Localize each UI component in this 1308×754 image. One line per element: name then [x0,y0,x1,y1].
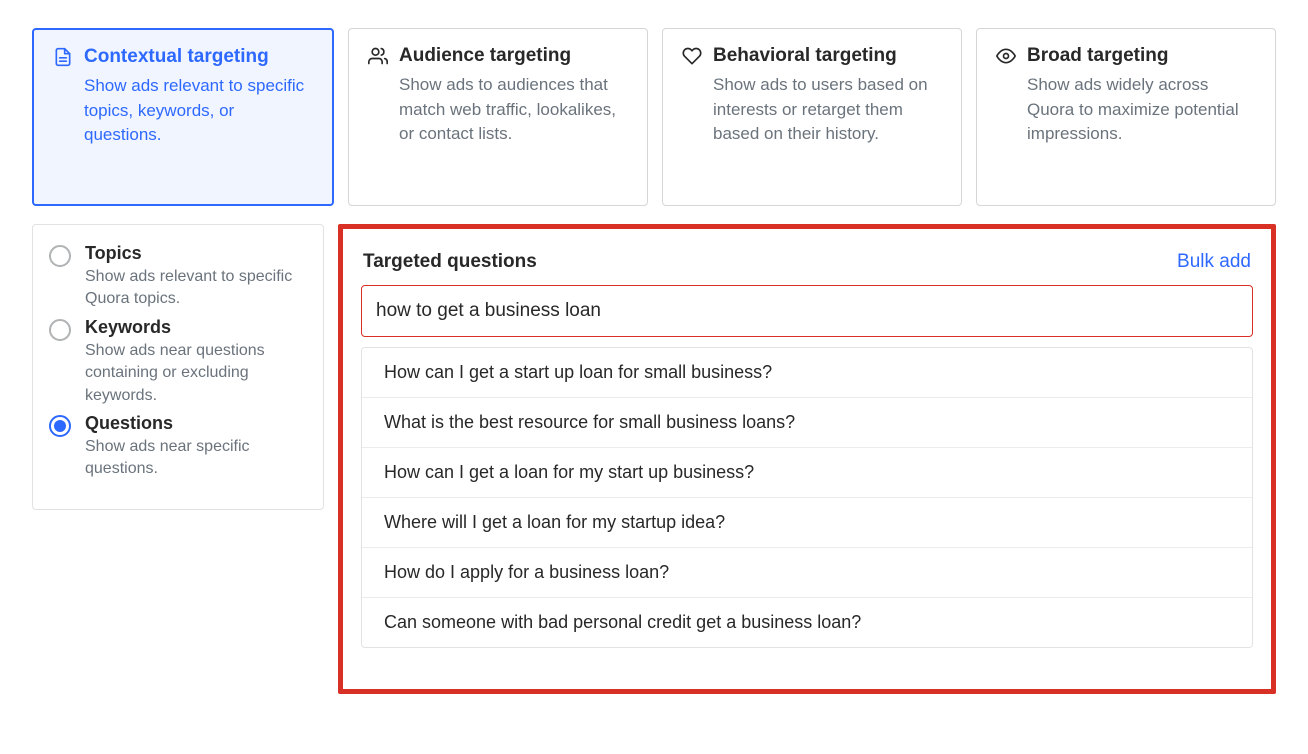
card-title: Broad targeting [1027,45,1168,67]
heart-icon [681,45,703,67]
radio-icon [49,319,71,341]
eye-icon [995,45,1017,67]
question-suggestion-item[interactable]: What is the best resource for small busi… [362,398,1252,448]
card-title: Audience targeting [399,45,571,67]
question-suggestion-item[interactable]: Where will I get a loan for my startup i… [362,498,1252,548]
card-desc: Show ads to audiences that match web tra… [399,73,629,147]
targeting-type-cards: Contextual targeting Show ads relevant t… [32,28,1276,206]
sidebar-radio-keywords[interactable]: Keywords Show ads near questions contain… [49,317,307,407]
sidebar-radio-topics[interactable]: Topics Show ads relevant to specific Quo… [49,243,307,311]
radio-title: Questions [85,413,307,434]
card-audience-targeting[interactable]: Audience targeting Show ads to audiences… [348,28,648,206]
card-behavioral-targeting[interactable]: Behavioral targeting Show ads to users b… [662,28,962,206]
targeted-questions-panel: Targeted questions Bulk add How can I ge… [338,224,1276,694]
card-broad-targeting[interactable]: Broad targeting Show ads widely across Q… [976,28,1276,206]
card-desc: Show ads to users based on interests or … [713,73,943,147]
radio-title: Topics [85,243,307,264]
radio-desc: Show ads near questions containing or ex… [85,340,307,407]
card-contextual-targeting[interactable]: Contextual targeting Show ads relevant t… [32,28,334,206]
bulk-add-link[interactable]: Bulk add [1177,251,1251,273]
question-suggestion-list: How can I get a start up loan for small … [361,347,1253,648]
radio-desc: Show ads near specific questions. [85,436,307,481]
question-search-wrap [361,285,1253,337]
question-suggestion-item[interactable]: How can I get a loan for my start up bus… [362,448,1252,498]
card-desc: Show ads relevant to specific topics, ke… [84,74,314,148]
question-suggestion-item[interactable]: Can someone with bad personal credit get… [362,598,1252,647]
radio-icon [49,415,71,437]
card-title: Contextual targeting [84,46,269,68]
radio-icon [49,245,71,267]
card-desc: Show ads widely across Quora to maximize… [1027,73,1257,147]
question-search-input[interactable] [366,288,1248,334]
question-suggestion-item[interactable]: How can I get a start up loan for small … [362,348,1252,398]
people-icon [367,45,389,67]
radio-title: Keywords [85,317,307,338]
sidebar-radio-questions[interactable]: Questions Show ads near specific questio… [49,413,307,481]
radio-desc: Show ads relevant to specific Quora topi… [85,266,307,311]
document-icon [52,46,74,68]
question-suggestion-item[interactable]: How do I apply for a business loan? [362,548,1252,598]
card-title: Behavioral targeting [713,45,897,67]
contextual-subtype-sidebar: Topics Show ads relevant to specific Quo… [32,224,324,510]
panel-title: Targeted questions [363,251,537,273]
